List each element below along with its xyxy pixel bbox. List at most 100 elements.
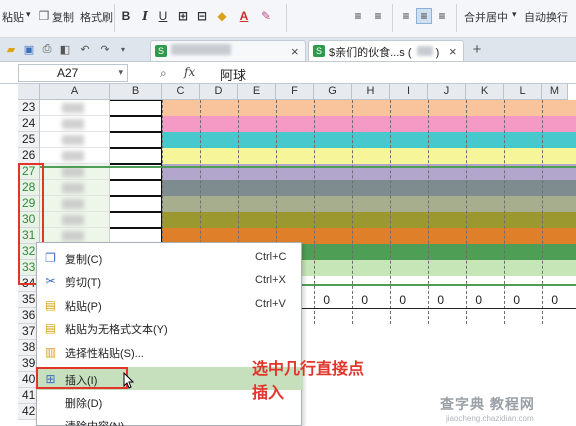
blurred-name <box>62 183 84 193</box>
print-icon[interactable]: ⎙ <box>40 42 54 56</box>
document-tab[interactable]: S × <box>150 40 306 61</box>
input-cell[interactable] <box>110 132 162 148</box>
context-menu-item[interactable]: ▤ 粘贴为无格式文本(Y) <box>37 316 303 339</box>
magnifier-icon[interactable]: ⌕ <box>160 66 167 81</box>
copy-button[interactable]: 复制 <box>52 9 74 25</box>
zero-value-cell[interactable]: 0 <box>406 293 444 307</box>
column-gridline <box>428 100 429 324</box>
clear-format-icon[interactable]: ✎ <box>258 8 274 24</box>
context-menu-item[interactable]: ❐ 复制(C) Ctrl+C <box>37 246 303 269</box>
context-menu-label: 清除内容(N) <box>65 418 124 426</box>
row-header[interactable]: 25 <box>18 132 40 148</box>
italic-button[interactable]: I <box>137 8 153 24</box>
formula-input[interactable]: 阿球 <box>220 65 246 84</box>
input-cell[interactable] <box>110 196 162 212</box>
column-header-a[interactable]: A <box>40 84 110 100</box>
input-cell[interactable] <box>110 212 162 228</box>
ribbon-divider <box>392 4 393 32</box>
document-tab-active[interactable]: S $亲们的伙食...s ( ) × <box>308 40 464 61</box>
undo-icon[interactable]: ↶ <box>78 42 92 56</box>
zero-value-cell[interactable]: 0 <box>482 293 520 307</box>
bold-button[interactable]: B <box>118 8 134 24</box>
new-tab-icon[interactable]: + <box>470 41 484 58</box>
font-color-button[interactable]: A <box>236 8 252 24</box>
increase-indent-icon[interactable]: ≡ <box>370 8 386 24</box>
column-header-f[interactable]: F <box>276 84 314 100</box>
color-band-row[interactable] <box>110 212 576 228</box>
input-cell[interactable] <box>110 100 162 116</box>
open-folder-icon[interactable]: ▰ <box>4 42 18 56</box>
input-cell[interactable] <box>110 148 162 164</box>
input-cell[interactable] <box>110 180 162 196</box>
row-header[interactable]: 23 <box>18 100 40 116</box>
tab-title-blurred <box>416 46 433 56</box>
column-header-k[interactable]: K <box>466 84 504 100</box>
column-gridline <box>314 100 315 324</box>
color-band-row[interactable] <box>110 196 576 212</box>
paste-button[interactable]: 粘贴 <box>2 9 24 25</box>
column-header-g[interactable]: G <box>314 84 352 100</box>
ribbon-toolbar: 粘贴 ▾ ❐ 复制 格式刷 B I U ⊞ ⊟ ◆ A ✎ ≡ ≡ ≡ ≡ ≡ … <box>0 0 576 38</box>
column-header-h[interactable]: H <box>352 84 390 100</box>
zero-value-cell[interactable]: 0 <box>444 293 482 307</box>
zero-value-cell[interactable]: 0 <box>330 293 368 307</box>
color-band-row[interactable] <box>110 180 576 196</box>
blurred-name <box>62 199 84 209</box>
redo-icon[interactable]: ↷ <box>98 42 112 56</box>
name-box[interactable]: A27 ▾ <box>18 64 128 82</box>
align-center-icon[interactable]: ≡ <box>416 8 432 24</box>
watermark-url: jiaocheng.chazidian.com <box>446 414 534 423</box>
print-preview-icon[interactable]: ◧ <box>58 42 72 56</box>
cell-format-icon[interactable]: ⊟ <box>194 8 210 24</box>
decrease-indent-icon[interactable]: ≡ <box>350 8 366 24</box>
column-header-j[interactable]: J <box>428 84 466 100</box>
quick-access-dropdown-icon[interactable]: ▾ <box>116 42 130 56</box>
color-band-row[interactable] <box>110 116 576 132</box>
row-header[interactable]: 24 <box>18 116 40 132</box>
scissors-icon: ✂ <box>45 273 56 288</box>
column-header-l[interactable]: L <box>504 84 542 100</box>
color-band-row[interactable] <box>110 148 576 164</box>
column-gridline <box>466 100 467 324</box>
context-menu-shortcut: Ctrl+V <box>255 298 286 310</box>
annotation-line-2: 插入 <box>252 385 285 402</box>
underline-button[interactable]: U <box>155 8 171 24</box>
column-header-d[interactable]: D <box>200 84 238 100</box>
align-left-icon[interactable]: ≡ <box>398 8 414 24</box>
zero-value-cell[interactable]: 0 <box>368 293 406 307</box>
context-menu-item[interactable]: ✂ 剪切(T) Ctrl+X <box>37 269 303 292</box>
context-menu-item[interactable]: 清除内容(N) <box>37 413 303 426</box>
context-menu-label: 复制(C) <box>65 254 103 266</box>
merge-center-button[interactable]: 合并居中 <box>464 9 508 25</box>
copy-icon[interactable]: ❐ <box>36 8 52 24</box>
row-header[interactable]: 26 <box>18 148 40 164</box>
column-header-c[interactable]: C <box>162 84 200 100</box>
column-header-b[interactable]: B <box>110 84 162 100</box>
format-painter-button[interactable]: 格式刷 <box>80 9 113 25</box>
zero-value-cell[interactable]: 0 <box>520 293 558 307</box>
name-box-dropdown-icon[interactable]: ▾ <box>118 67 123 78</box>
ribbon-divider <box>114 4 115 32</box>
border-icon[interactable]: ⊞ <box>175 8 191 24</box>
column-header-i[interactable]: I <box>390 84 428 100</box>
wrap-text-button[interactable]: 自动换行 <box>524 9 568 25</box>
merge-dropdown-icon[interactable]: ▾ <box>512 9 517 20</box>
column-header-e[interactable]: E <box>238 84 276 100</box>
context-menu-item[interactable]: ▤ 粘贴(P) Ctrl+V <box>37 293 303 316</box>
blurred-name <box>62 135 84 145</box>
fill-color-icon[interactable]: ◆ <box>214 8 230 24</box>
insert-function-button[interactable]: fx <box>184 65 195 79</box>
annotation-line-1: 选中几行直接点 <box>252 361 365 378</box>
save-icon[interactable]: ▣ <box>22 42 36 56</box>
color-band-row[interactable] <box>110 132 576 148</box>
paste-dropdown-icon[interactable]: ▾ <box>26 9 31 20</box>
blurred-name <box>62 151 84 161</box>
close-tab-icon[interactable]: × <box>449 44 457 59</box>
align-right-icon[interactable]: ≡ <box>434 8 450 24</box>
close-tab-icon[interactable]: × <box>291 44 299 59</box>
color-band-row[interactable] <box>110 100 576 116</box>
select-all-corner[interactable] <box>18 84 40 100</box>
input-cell[interactable] <box>110 116 162 132</box>
column-header-m[interactable]: M <box>542 84 568 100</box>
row-border-line <box>300 308 576 309</box>
